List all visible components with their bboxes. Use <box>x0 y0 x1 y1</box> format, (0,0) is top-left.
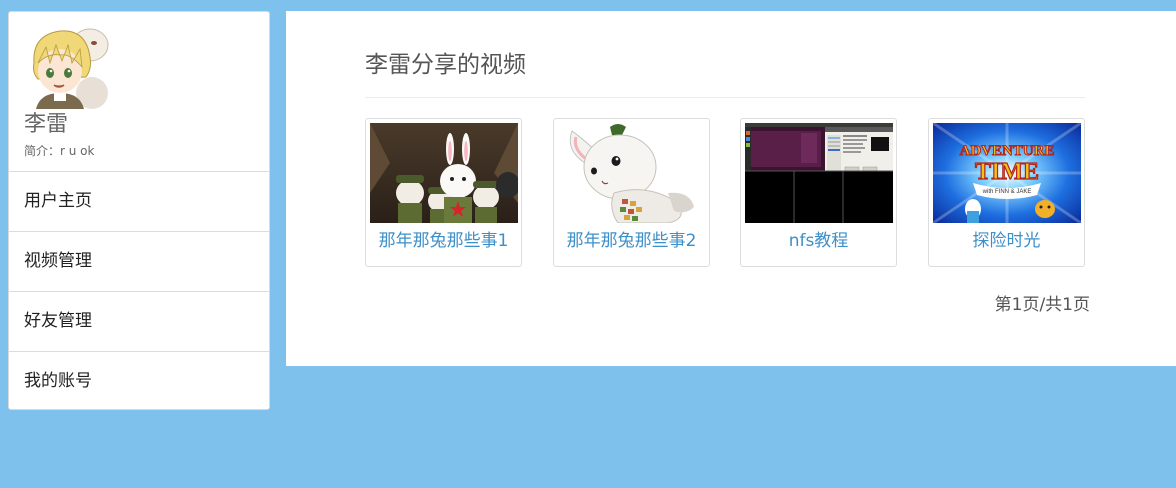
nav-item-video-management[interactable]: 视频管理 <box>9 232 269 292</box>
video-card[interactable]: 那年那兔那些事2 <box>553 118 710 267</box>
page-title: 李雷分享的视频 <box>365 52 526 78</box>
video-title[interactable]: 那年那兔那些事2 <box>554 229 709 253</box>
video-card[interactable]: ADVENTURE TIME with FINN & JAKE 探险时光 <box>928 118 1085 267</box>
video-thumbnail[interactable] <box>370 123 518 223</box>
video-title[interactable]: nfs教程 <box>741 229 896 253</box>
title-divider <box>365 97 1085 98</box>
video-title[interactable]: 那年那兔那些事1 <box>366 229 521 253</box>
nav-item-my-account[interactable]: 我的账号 <box>9 352 269 409</box>
video-title[interactable]: 探险时光 <box>929 229 1084 253</box>
main-panel: 李雷分享的视频 那年那兔那些事1 那年那兔那些事2 nfs教程 ADVENTUR… <box>286 11 1176 366</box>
video-card[interactable]: 那年那兔那些事1 <box>365 118 522 267</box>
sidebar: 李雷 简介：r u ok 用户主页 视频管理 好友管理 我的账号 <box>8 11 270 410</box>
user-bio: 简介：r u ok <box>24 143 94 159</box>
video-thumbnail[interactable]: ADVENTURE TIME with FINN & JAKE <box>933 123 1081 223</box>
thumb-text-time: TIME <box>975 159 1039 185</box>
adventure-time-thumbnail: ADVENTURE TIME with FINN & JAKE <box>933 123 1081 223</box>
nav-item-user-home[interactable]: 用户主页 <box>9 172 269 232</box>
video-thumbnail[interactable] <box>745 123 893 223</box>
user-name: 李雷 <box>24 112 69 137</box>
thumb-text-subtitle: with FINN & JAKE <box>982 189 1032 195</box>
video-card[interactable]: nfs教程 <box>740 118 897 267</box>
bio-value: r u ok <box>60 144 95 158</box>
rabbit-soldiers-thumbnail <box>370 123 518 223</box>
white-rabbit-thumbnail <box>558 123 706 223</box>
pagination-info: 第1页/共1页 <box>994 295 1090 315</box>
desktop-screenshot-thumbnail <box>745 123 893 223</box>
video-thumbnail[interactable] <box>558 123 706 223</box>
bio-label: 简介： <box>24 144 61 158</box>
user-profile: 李雷 简介：r u ok <box>9 12 269 172</box>
nav-item-friend-management[interactable]: 好友管理 <box>9 292 269 352</box>
avatar[interactable] <box>24 23 110 109</box>
anime-avatar-icon <box>24 23 110 109</box>
thumb-text-adventure: ADVENTURE <box>959 143 1054 159</box>
